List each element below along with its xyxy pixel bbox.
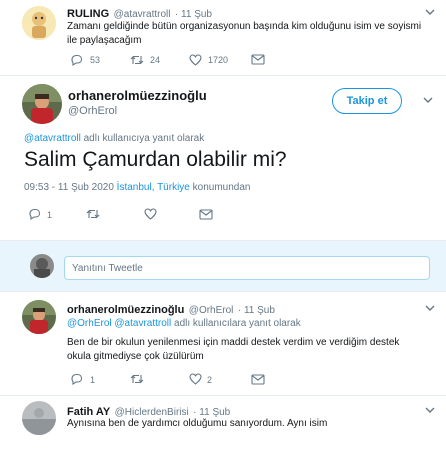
main-reply-count: 1	[47, 210, 53, 220]
reply-icon[interactable]	[70, 54, 83, 66]
reply1-context: @OrhErol @atavrattroll adlı kullanıcılar…	[67, 318, 301, 329]
tweet-location-suffix: konumundan	[189, 182, 251, 193]
main-tweet-text: Salim Çamurdan olabilir mi?	[24, 148, 287, 171]
reply1-context-suffix: adlı kullanıcılara yanıt olarak	[171, 318, 301, 329]
ruling-tweet-text: Zamanı geldiğinde bütün organizasyonun b…	[67, 20, 421, 48]
main-avatar-image	[22, 84, 62, 124]
retweet-icon[interactable]	[86, 208, 100, 220]
reply1-text: Ben de bir okulun yenilenmesi için maddi…	[67, 336, 399, 364]
reply2-date[interactable]: · 11 Şub	[193, 407, 230, 418]
avatar-main[interactable]	[22, 84, 62, 124]
reply1-date[interactable]: · 11 Şub	[238, 305, 275, 316]
avatar-ruling[interactable]	[22, 6, 56, 40]
reply-composer-placeholder: Yanıtını Tweetle	[72, 262, 143, 274]
like-icon[interactable]	[144, 208, 157, 220]
main-name[interactable]: orhanerolmüezzinoğlu	[68, 88, 207, 103]
ruling-text-line2: ile paylaşacağım	[67, 35, 142, 46]
reply1-handle[interactable]: @OrhErol	[189, 305, 234, 316]
composer-avatar-image	[30, 254, 54, 278]
ruling-handle[interactable]: @atavrattroll	[114, 9, 171, 20]
avatar-reply1[interactable]	[22, 300, 56, 334]
retweet-icon[interactable]	[130, 373, 144, 385]
reply1-context-user1[interactable]: @OrhErol	[67, 318, 112, 329]
reply-context: @atavrattroll adlı kullanıcıya yanıt ola…	[24, 133, 204, 144]
reply1-reply-count: 1	[90, 375, 96, 385]
reply1-like-count: 2	[207, 375, 213, 385]
reply2-handle[interactable]: @HiclerdenBirisi	[115, 407, 189, 418]
follow-button-label: Takip et	[346, 95, 388, 107]
ruling-like-count: 1720	[208, 55, 229, 65]
ruling-name[interactable]: RULING	[67, 8, 109, 20]
divider	[0, 395, 446, 396]
reply1-name[interactable]: orhanerolmüezzinoğlu	[67, 304, 184, 316]
reply1-header: orhanerolmüezzinoğlu @OrhErol · 11 Şub	[67, 300, 275, 318]
dm-icon[interactable]	[251, 54, 265, 65]
ruling-reply-count: 53	[90, 55, 101, 65]
reply-context-user[interactable]: @atavrattroll	[24, 133, 81, 144]
like-icon[interactable]	[189, 54, 202, 66]
tweet-time[interactable]: 09:53 - 11 Şub 2020	[24, 182, 117, 193]
reply1-avatar-image	[22, 300, 56, 334]
reply1-text-line2: okula gitmediyse çok üzülürüm	[67, 351, 204, 362]
tweet-metadata: 09:53 - 11 Şub 2020 İstanbul, Türkiye ko…	[24, 182, 250, 193]
chevron-down-icon[interactable]	[425, 405, 435, 415]
avatar-reply2[interactable]	[22, 401, 56, 435]
dm-icon[interactable]	[251, 374, 265, 385]
reply-composer-input[interactable]: Yanıtını Tweetle	[64, 256, 430, 280]
retweet-icon[interactable]	[130, 54, 144, 66]
chevron-down-icon[interactable]	[425, 303, 435, 313]
ruling-date[interactable]: · 11 Şub	[175, 9, 212, 20]
ruling-retweet-count: 24	[150, 55, 161, 65]
reply1-context-user2[interactable]: @atavrattroll	[114, 318, 171, 329]
reply-icon[interactable]	[28, 208, 41, 220]
reply-context-suffix: adlı kullanıcıya yanıt olarak	[80, 133, 205, 144]
chevron-down-icon[interactable]	[423, 95, 433, 105]
reply-icon[interactable]	[70, 373, 83, 385]
dm-icon[interactable]	[199, 209, 213, 220]
reply2-text: Aynısına ben de yardımcı olduğumu sanıyo…	[67, 418, 328, 429]
reply2-avatar-image	[22, 401, 56, 435]
chevron-down-icon[interactable]	[425, 7, 435, 17]
ruling-text-line1: Zamanı geldiğinde bütün organizasyonun b…	[67, 21, 422, 32]
reply2-name[interactable]: Fatih AY	[67, 406, 110, 418]
follow-button[interactable]: Takip et	[332, 88, 402, 114]
composer-avatar	[30, 254, 54, 278]
main-handle[interactable]: @OrhErol	[68, 105, 117, 117]
divider	[0, 75, 446, 76]
ruling-avatar-image	[22, 6, 56, 40]
reply1-text-line1: Ben de bir okulun yenilenmesi için maddi…	[67, 337, 400, 348]
tweet-location[interactable]: İstanbul, Türkiye	[117, 182, 190, 193]
like-icon[interactable]	[189, 373, 202, 385]
